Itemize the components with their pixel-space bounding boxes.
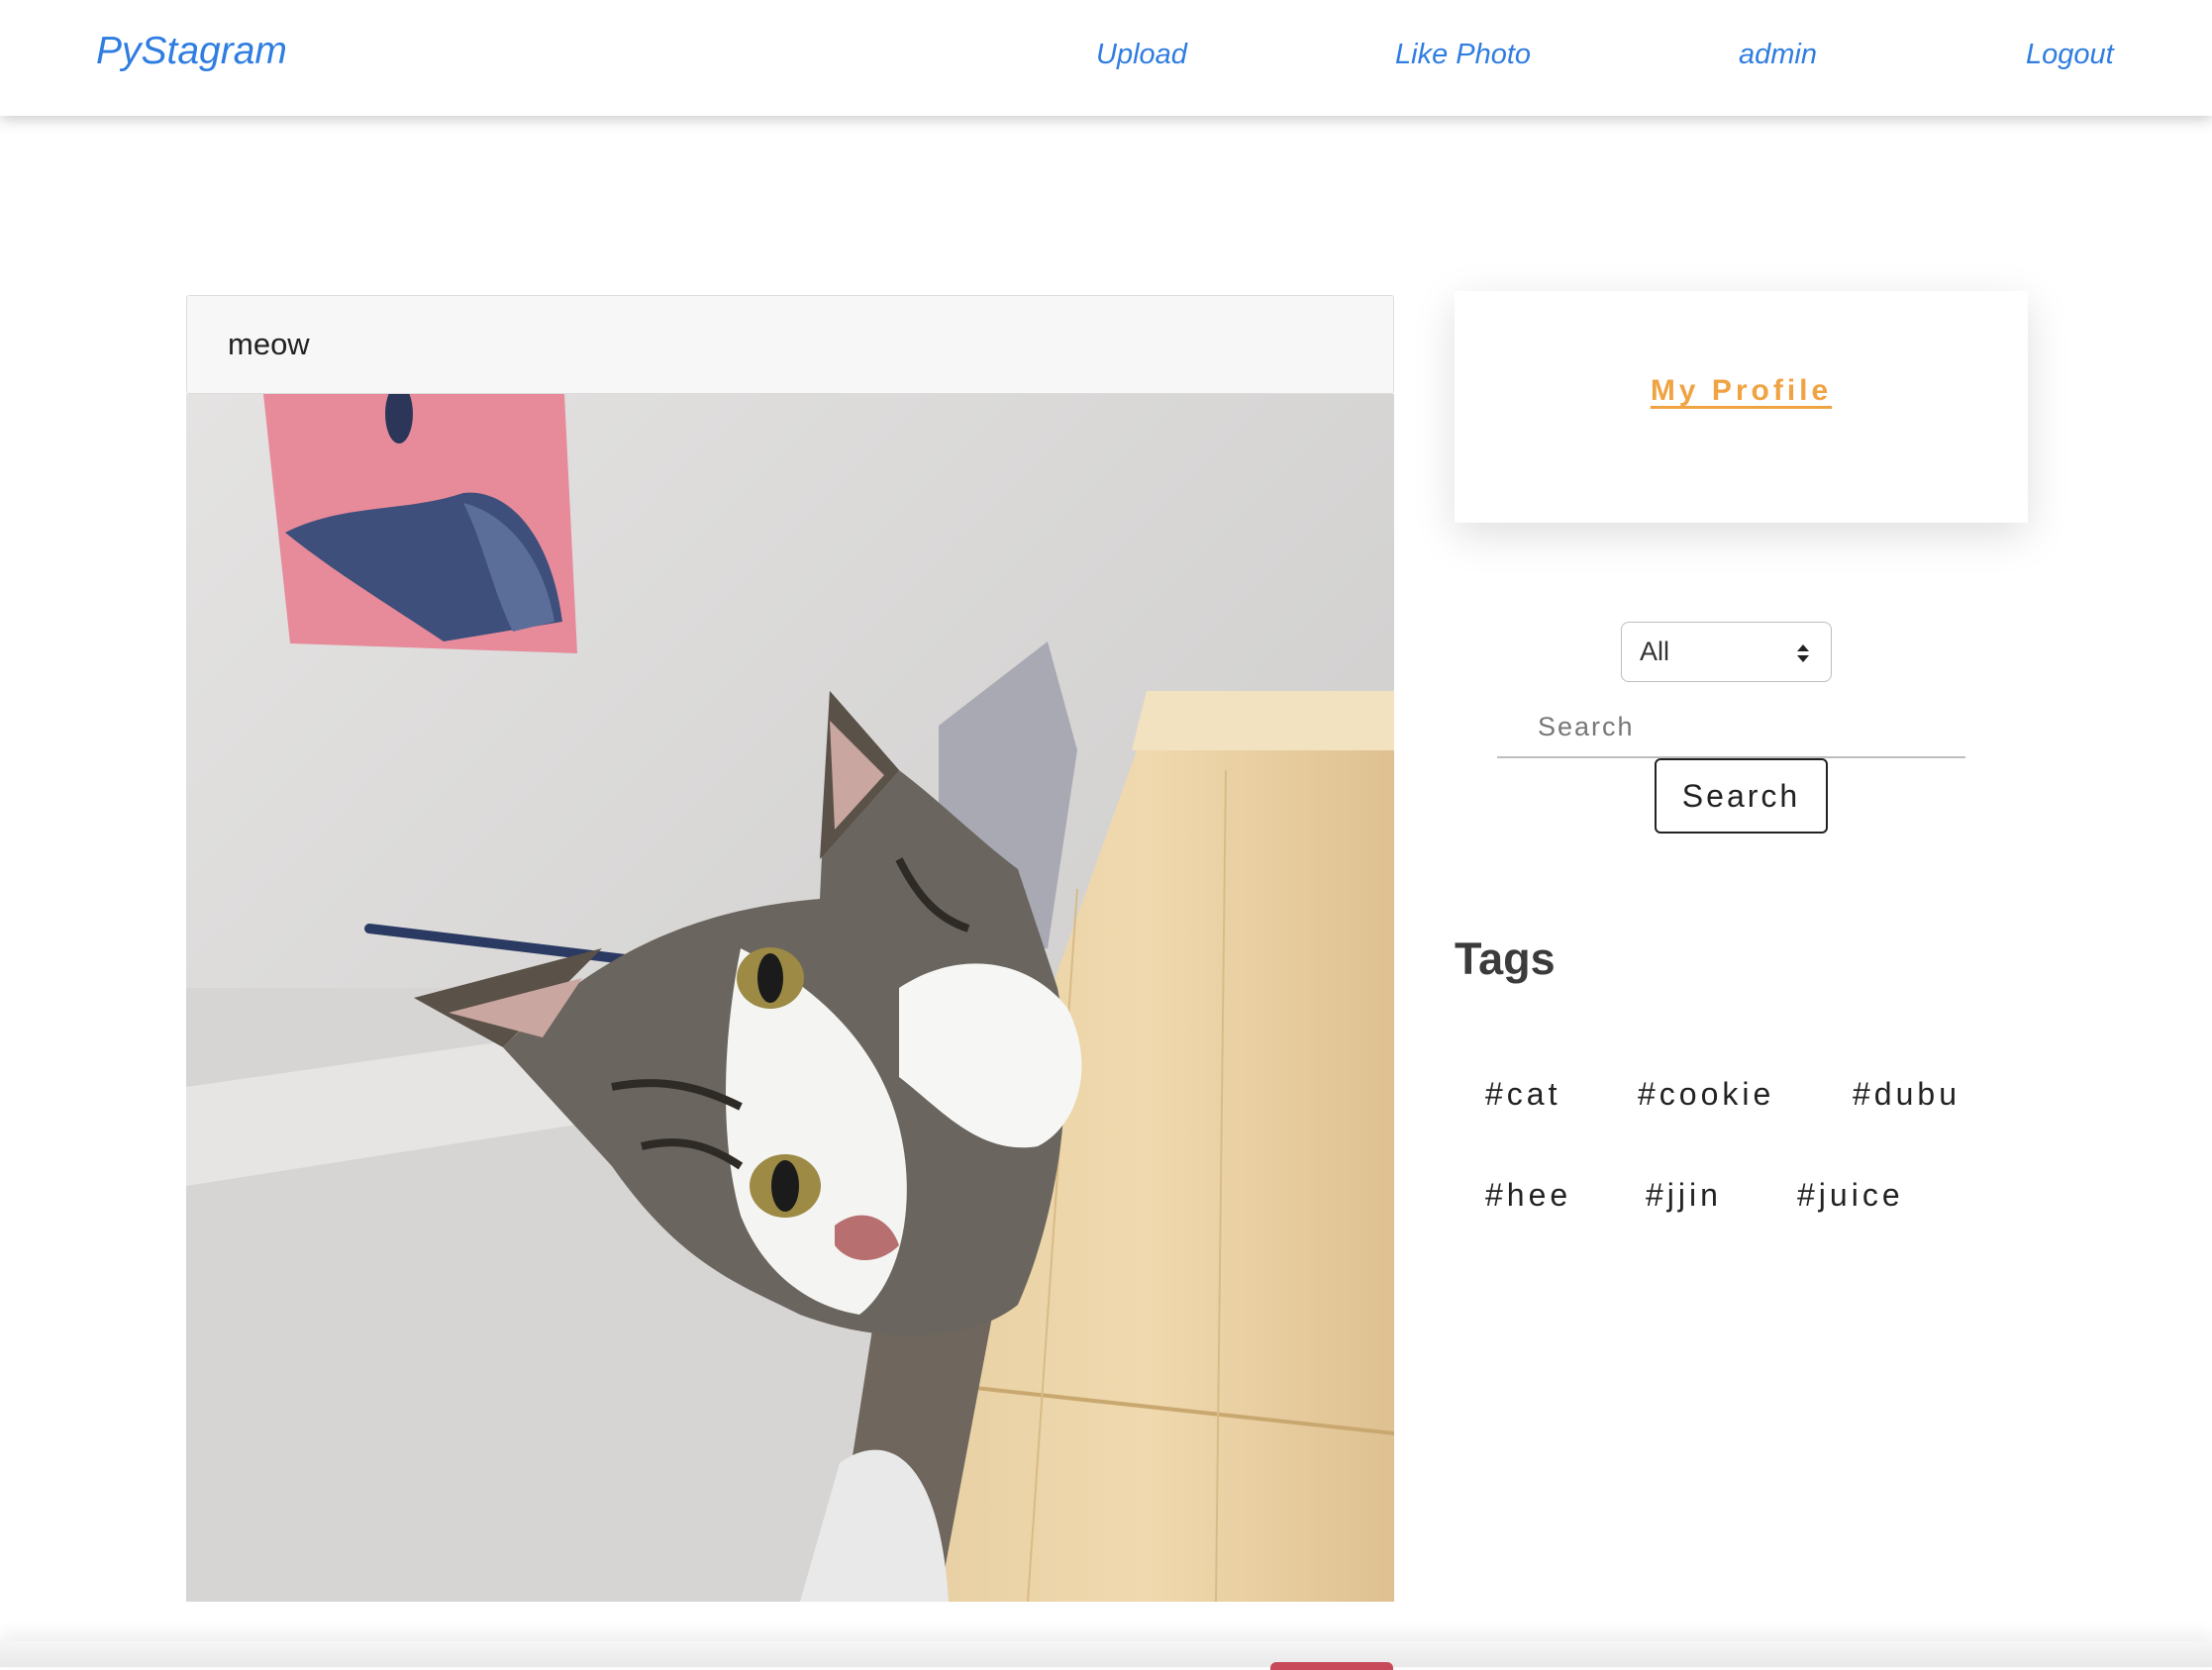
select-arrows-icon <box>1797 644 1809 662</box>
tag-link-cookie[interactable]: #cookie <box>1638 1076 1774 1113</box>
cat-photo-image <box>186 394 1394 1602</box>
top-navbar: PyStagram Upload Like Photo admin Logout <box>0 0 2212 116</box>
tag-link-cat[interactable]: #cat <box>1485 1076 1560 1113</box>
nav-upload-link[interactable]: Upload <box>1096 39 1187 71</box>
search-button[interactable]: Search <box>1655 758 1828 834</box>
next-post-card-edge <box>0 1641 2212 1667</box>
post-caption: meow <box>186 295 1394 394</box>
next-post-delete-button[interactable] <box>1270 1662 1393 1670</box>
tags-heading: Tags <box>1455 933 1556 984</box>
tag-link-juice[interactable]: #juice <box>1797 1177 1904 1214</box>
tag-link-jjin[interactable]: #jjin <box>1646 1177 1722 1214</box>
brand-logo-link[interactable]: PyStagram <box>96 30 287 73</box>
search-input[interactable] <box>1497 697 1965 758</box>
nav-admin-link[interactable]: admin <box>1739 39 1817 71</box>
my-profile-link[interactable]: My Profile <box>1651 374 1832 408</box>
nav-logout-link[interactable]: Logout <box>2026 39 2114 71</box>
search-filter-select[interactable]: All <box>1621 622 1832 682</box>
profile-card: My Profile <box>1455 291 2028 523</box>
tag-link-dubu[interactable]: #dubu <box>1853 1076 1961 1113</box>
post-photo[interactable] <box>186 394 1394 1602</box>
post-card: meow <box>186 295 1394 1602</box>
filter-selected-value: All <box>1640 637 1670 666</box>
tag-link-hee[interactable]: #hee <box>1485 1177 1571 1214</box>
nav-like-photo-link[interactable]: Like Photo <box>1395 39 1531 71</box>
